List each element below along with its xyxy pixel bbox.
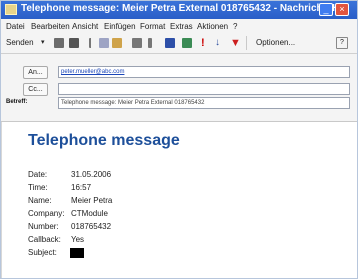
minimize-icon[interactable]: _ (319, 3, 333, 16)
attach-icon[interactable] (148, 38, 152, 48)
save-icon[interactable] (69, 38, 79, 48)
menu-einfuegen[interactable]: Einfügen (104, 22, 136, 31)
to-recipient: peter.mueller@abc.com (61, 69, 125, 75)
menu-ansicht[interactable]: Ansicht (72, 22, 98, 31)
field-value: Yes (71, 235, 85, 244)
subject-field[interactable]: Telephone message: Meier Petra External … (58, 97, 350, 109)
importance-low-icon[interactable]: ↓ (215, 37, 220, 48)
toolbar: Senden ▾ ! ↓ ▼ Optionen... ? (1, 33, 357, 54)
title-bar: Telephone message: Meier Petra External … (1, 1, 357, 19)
to-field[interactable]: peter.mueller@abc.com (58, 66, 350, 78)
menu-datei[interactable]: Datei (6, 22, 25, 31)
field-label: Subject: (28, 248, 57, 257)
flag-icon[interactable] (182, 38, 192, 48)
menu-bearbeiten[interactable]: Bearbeiten (31, 22, 70, 31)
help-button[interactable]: ? (336, 37, 348, 49)
menu-help[interactable]: ? (233, 22, 237, 31)
toolbar-separator (246, 36, 247, 50)
field-value: 16:57 (71, 183, 92, 192)
field-label: Name: (28, 196, 52, 205)
field-value: 31.05.2006 (71, 170, 112, 179)
subject-label: Betreff: (6, 99, 28, 105)
menu-bar: Datei Bearbeiten Ansicht Einfügen Format… (1, 19, 357, 33)
importance-high-icon[interactable]: ! (201, 37, 205, 49)
paste-icon[interactable] (112, 38, 122, 48)
menu-format[interactable]: Format (140, 22, 165, 31)
copy-icon[interactable] (99, 38, 109, 48)
field-label: Date: (28, 170, 48, 179)
cut-icon[interactable] (89, 38, 97, 48)
window-title: Telephone message: Meier Petra External … (21, 3, 348, 14)
field-value: Meier Petra (71, 196, 113, 205)
field-value: 018765432 (71, 222, 112, 231)
message-title: Telephone message (28, 132, 180, 149)
options-button[interactable]: Optionen... (256, 38, 295, 47)
signature-icon[interactable] (165, 38, 175, 48)
address-book-icon[interactable] (132, 38, 142, 48)
compose-window: Telephone message: Meier Petra External … (0, 0, 358, 279)
field-label: Company: (28, 209, 65, 218)
cc-field[interactable] (58, 83, 350, 95)
to-button[interactable]: An... (23, 66, 48, 79)
cc-button[interactable]: Cc... (23, 83, 48, 96)
field-label: Number: (28, 222, 59, 231)
menu-extras[interactable]: Extras (170, 22, 193, 31)
print-icon[interactable] (54, 38, 64, 48)
message-icon (5, 4, 17, 15)
field-label: Time: (28, 183, 48, 192)
close-icon[interactable]: × (335, 3, 349, 16)
chevron-down-icon[interactable]: ▾ (41, 38, 45, 46)
send-button[interactable]: Senden (6, 38, 34, 47)
field-label: Callback: (28, 235, 61, 244)
filter-icon[interactable]: ▼ (230, 37, 241, 49)
field-value: CTModule (71, 209, 108, 218)
subject-highlight (70, 248, 84, 258)
menu-aktionen[interactable]: Aktionen (197, 22, 228, 31)
